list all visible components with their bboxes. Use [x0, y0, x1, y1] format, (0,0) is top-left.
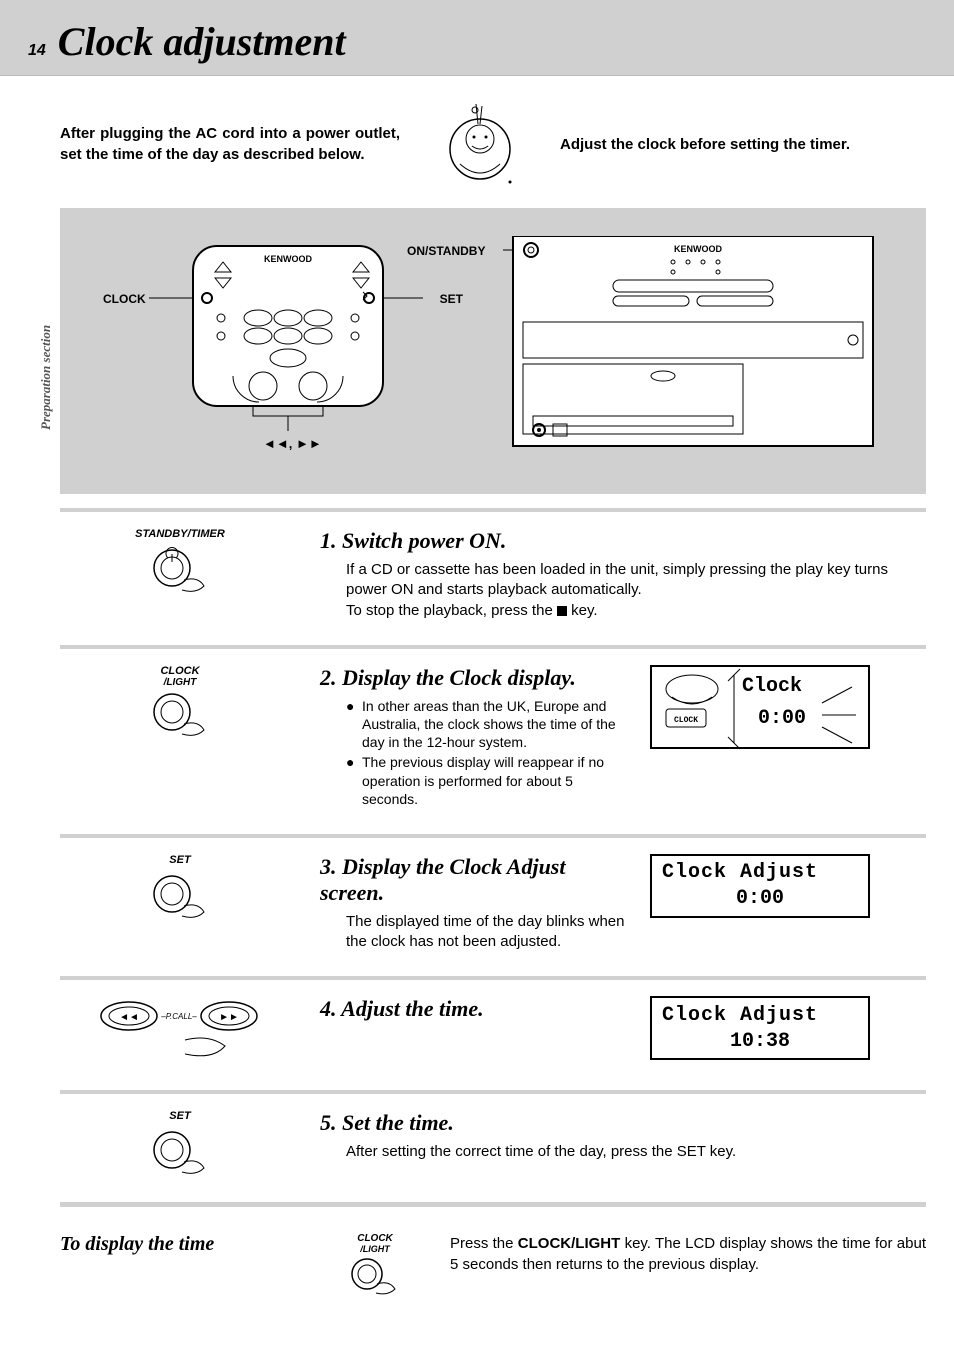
step1-body-b-pre: To stop the playback, press the	[346, 602, 557, 619]
footer-key-label: CLOCK	[320, 1233, 430, 1244]
page-title: Clock adjustment	[58, 18, 346, 65]
press-button-icon	[148, 544, 212, 596]
step3-heading: 3. Display the Clock Adjust screen.	[320, 854, 630, 906]
footer-key-sub: /LIGHT	[320, 1244, 430, 1254]
svg-text:◄◄: ◄◄	[119, 1012, 139, 1023]
lcd-title: Clock Adjust	[662, 1004, 858, 1027]
display-time-heading: To display the time	[60, 1233, 300, 1256]
stop-key-icon	[557, 606, 567, 616]
lcd-time: 0:00	[758, 707, 806, 730]
svg-text:CLOCK: CLOCK	[674, 716, 698, 725]
step1-body-a: If a CD or cassette has been loaded in t…	[346, 561, 888, 598]
step2-bullet2: The previous display will reappear if no…	[362, 753, 630, 808]
lcd-title: Clock Adjust	[662, 861, 858, 884]
remote-diagram: KENWOOD	[103, 236, 463, 466]
pcall-buttons-icon: ◄◄ ►► –P.CALL–	[95, 996, 265, 1066]
label-set: SET	[440, 292, 463, 306]
intro-left-text: After plugging the AC cord into a power …	[60, 123, 400, 165]
lcd-time: 10:38	[662, 1030, 858, 1053]
step5-heading: 5. Set the time.	[320, 1110, 926, 1136]
press-button-icon	[347, 1254, 403, 1298]
svg-text:–P.CALL–: –P.CALL–	[160, 1012, 197, 1021]
press-button-icon	[148, 870, 212, 922]
lcd-clock-display: CLOCK Clock 0:00	[650, 665, 870, 749]
step3-key-label: SET	[60, 854, 300, 866]
lcd-title: Clock	[742, 675, 802, 698]
step1-body-b-post: key.	[567, 602, 598, 619]
step2-key-label: CLOCK	[60, 665, 300, 677]
lcd-clock-adjust-set: Clock Adjust 10:38	[650, 996, 870, 1060]
label-nav-keys: ◄◄, ►►	[263, 436, 322, 451]
step3-body: The displayed time of the day blinks whe…	[346, 912, 630, 953]
page-number: 14	[28, 42, 46, 60]
lcd-time: 0:00	[662, 887, 858, 910]
svg-text:KENWOOD: KENWOOD	[264, 254, 312, 264]
step1-heading: 1. Switch power ON.	[320, 528, 926, 554]
step1-key-label: STANDBY/TIMER	[60, 528, 300, 540]
display-time-body: Press the CLOCK/LIGHT key. The LCD displ…	[450, 1233, 926, 1275]
step5-key-label: SET	[60, 1110, 300, 1122]
step2-key-sub: /LIGHT	[60, 677, 300, 688]
section-tab-label: Preparation section	[38, 325, 54, 430]
step2-bullet1: In other areas than the UK, Europe and A…	[362, 697, 630, 752]
device-diagram-block: CLOCK SET KENWOOD	[60, 208, 926, 494]
label-clock: CLOCK	[103, 292, 146, 306]
press-button-icon	[148, 688, 212, 740]
main-unit-diagram: KENWOOD	[503, 236, 883, 456]
label-on-standby: ON/STANDBY	[407, 244, 485, 258]
lcd-clock-adjust: Clock Adjust 0:00	[650, 854, 870, 918]
step2-heading: 2. Display the Clock display.	[320, 665, 630, 691]
step5-body: After setting the correct time of the da…	[346, 1142, 926, 1162]
wizard-illustration	[420, 94, 540, 194]
press-button-icon	[148, 1126, 212, 1178]
svg-text:KENWOOD: KENWOOD	[674, 244, 722, 254]
step4-heading: 4. Adjust the time.	[320, 996, 630, 1022]
svg-text:►►: ►►	[219, 1012, 239, 1023]
intro-right-text: Adjust the clock before setting the time…	[560, 136, 926, 153]
